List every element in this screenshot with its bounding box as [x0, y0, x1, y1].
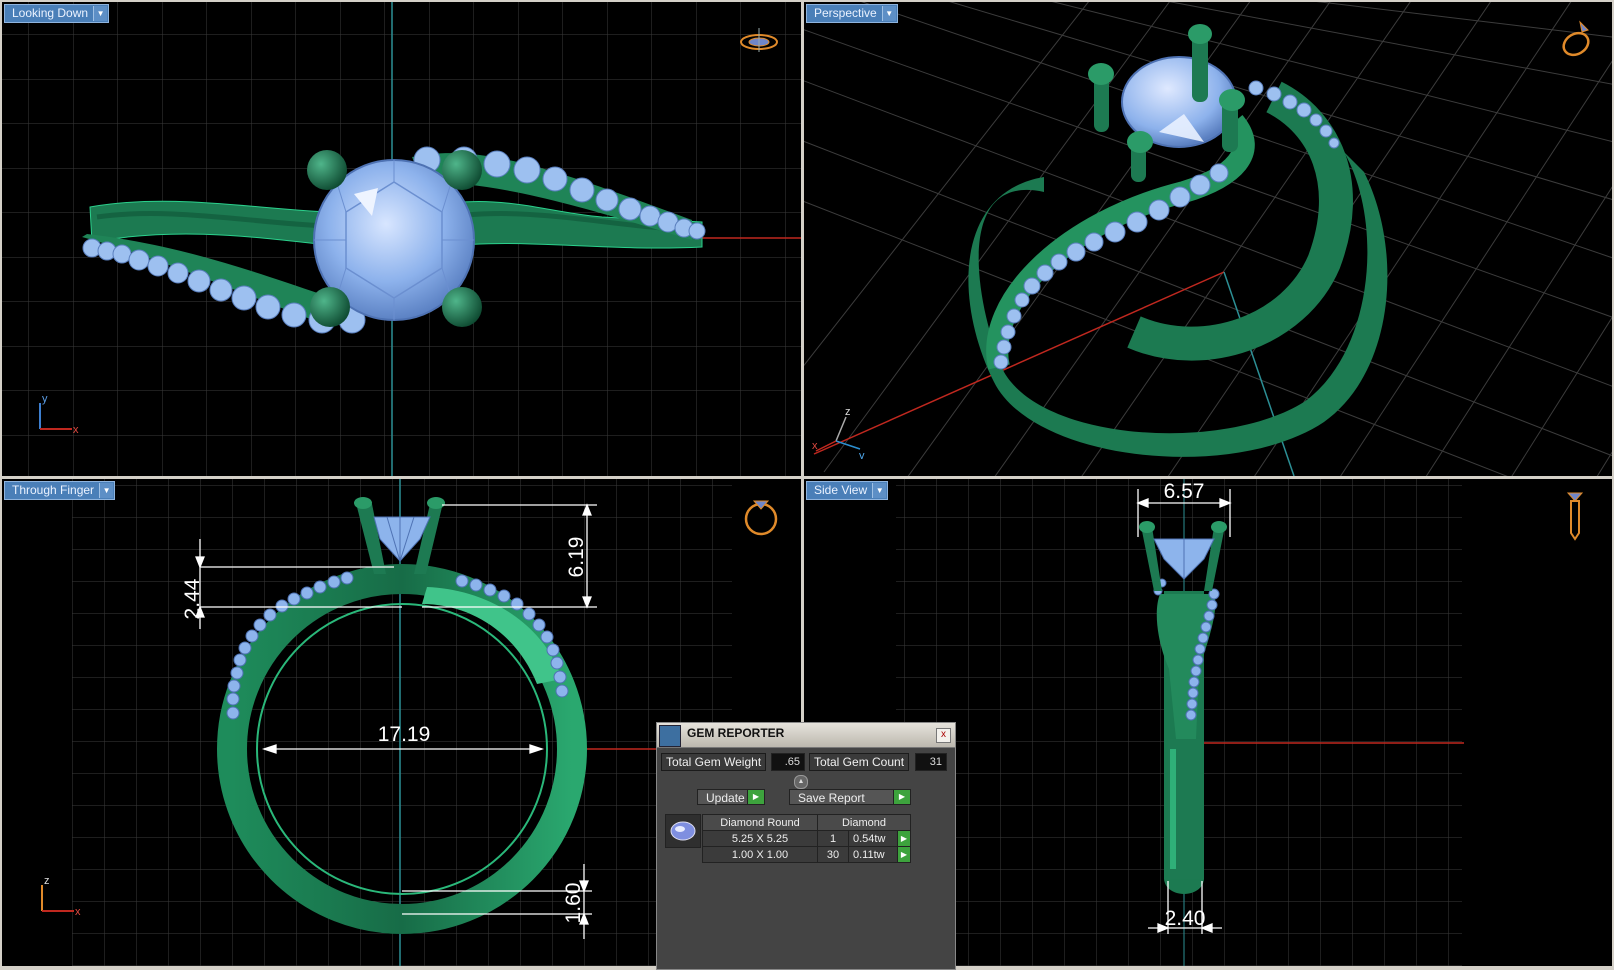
axis-indicator: z x [36, 875, 84, 918]
total-gem-weight-label: Total Gem Weight [661, 753, 767, 771]
ring-orientation-icon[interactable] [1556, 16, 1596, 60]
gem-thumbnail [665, 814, 701, 848]
update-button-label: Update [706, 791, 745, 805]
viewport-label-looking-down[interactable]: Looking Down ▼ [4, 4, 110, 23]
viewport-label-text: Perspective [814, 6, 877, 20]
play-icon[interactable]: ▶ [897, 846, 911, 863]
total-gem-weight-value: .65 [771, 753, 805, 771]
gem-table: Diamond Round Diamond 5.25 X 5.25 1 0.54… [702, 814, 911, 863]
table-header-shape: Diamond Round [702, 814, 818, 831]
axis-x-label: x [75, 906, 81, 915]
play-icon[interactable]: ▶ [897, 830, 911, 847]
dimension-6.57: 6.57 [1164, 480, 1205, 503]
table-header-material: Diamond [817, 814, 911, 831]
gem-count: 1 [817, 830, 849, 847]
ring-perspective [968, 81, 1388, 457]
play-icon: ▶ [747, 790, 764, 804]
table-row[interactable]: 1.00 X 1.00 30 0.11tw ▶ [702, 846, 911, 863]
axis-x-label: x [73, 424, 79, 433]
play-icon: ▶ [893, 790, 910, 804]
viewport-label-text: Side View [814, 483, 868, 497]
table-row[interactable]: 5.25 X 5.25 1 0.54tw ▶ [702, 830, 911, 847]
dimension-2.44: 2.44 [181, 578, 204, 619]
viewport-label-side-view[interactable]: Side View ▼ [806, 481, 889, 500]
looking-down-scene [2, 2, 801, 476]
dimension-17.19: 17.19 [378, 723, 431, 746]
gem-weight: 0.11tw [848, 846, 898, 863]
axis-z-label: z [845, 406, 851, 418]
viewport-looking-down[interactable]: Looking Down ▼ y x [2, 2, 801, 476]
gem-size: 1.00 X 1.00 [702, 846, 818, 863]
gem-reporter-titlebar[interactable]: GEM REPORTER x [657, 723, 955, 748]
chevron-down-icon[interactable]: ▼ [99, 483, 114, 498]
axis-indicator: y x [34, 393, 82, 436]
close-icon[interactable]: x [936, 728, 951, 743]
update-button[interactable]: Update ▶ [697, 789, 765, 805]
viewport-label-through-finger[interactable]: Through Finger ▼ [4, 481, 116, 500]
axis-y-label: y [859, 450, 865, 459]
save-report-button[interactable]: Save Report ▶ [789, 789, 911, 805]
axis-indicator: z y x [812, 403, 872, 462]
viewport-label-text: Through Finger [12, 483, 95, 497]
total-gem-count-value: 31 [915, 753, 947, 771]
viewport-perspective[interactable]: Perspective ▼ z y x [804, 2, 1612, 476]
ring-orientation-icon[interactable] [1560, 487, 1590, 543]
gem-reporter-icon [659, 725, 681, 747]
axis-x-label: x [812, 440, 818, 452]
ring-orientation-icon[interactable] [737, 24, 781, 54]
dimension-6.19: 6.19 [565, 537, 588, 578]
viewport-label-perspective[interactable]: Perspective ▼ [806, 4, 898, 23]
dimension-1.60: 1.60 [562, 883, 585, 924]
chevron-down-icon[interactable]: ▼ [872, 483, 887, 498]
gem-weight: 0.54tw [848, 830, 898, 847]
total-gem-count-label: Total Gem Count [809, 753, 910, 771]
gem-count: 30 [817, 846, 849, 863]
viewport-label-text: Looking Down [12, 6, 89, 20]
collapse-icon[interactable]: ▲ [794, 775, 808, 789]
table-row: Diamond Round Diamond [702, 814, 911, 831]
axis-y-label: y [42, 393, 48, 405]
dimension-2.40: 2.40 [1165, 907, 1206, 930]
chevron-down-icon[interactable]: ▼ [93, 6, 108, 21]
perspective-scene [804, 2, 1612, 476]
axis-z-label: z [44, 875, 50, 887]
gem-size: 5.25 X 5.25 [702, 830, 818, 847]
gem-reporter-panel[interactable]: GEM REPORTER x Total Gem Weight .65 Tota… [656, 722, 956, 970]
save-report-button-label: Save Report [798, 791, 865, 805]
gem-reporter-title: GEM REPORTER [687, 726, 785, 740]
ring-orientation-icon[interactable] [741, 489, 781, 539]
chevron-down-icon[interactable]: ▼ [881, 6, 896, 21]
